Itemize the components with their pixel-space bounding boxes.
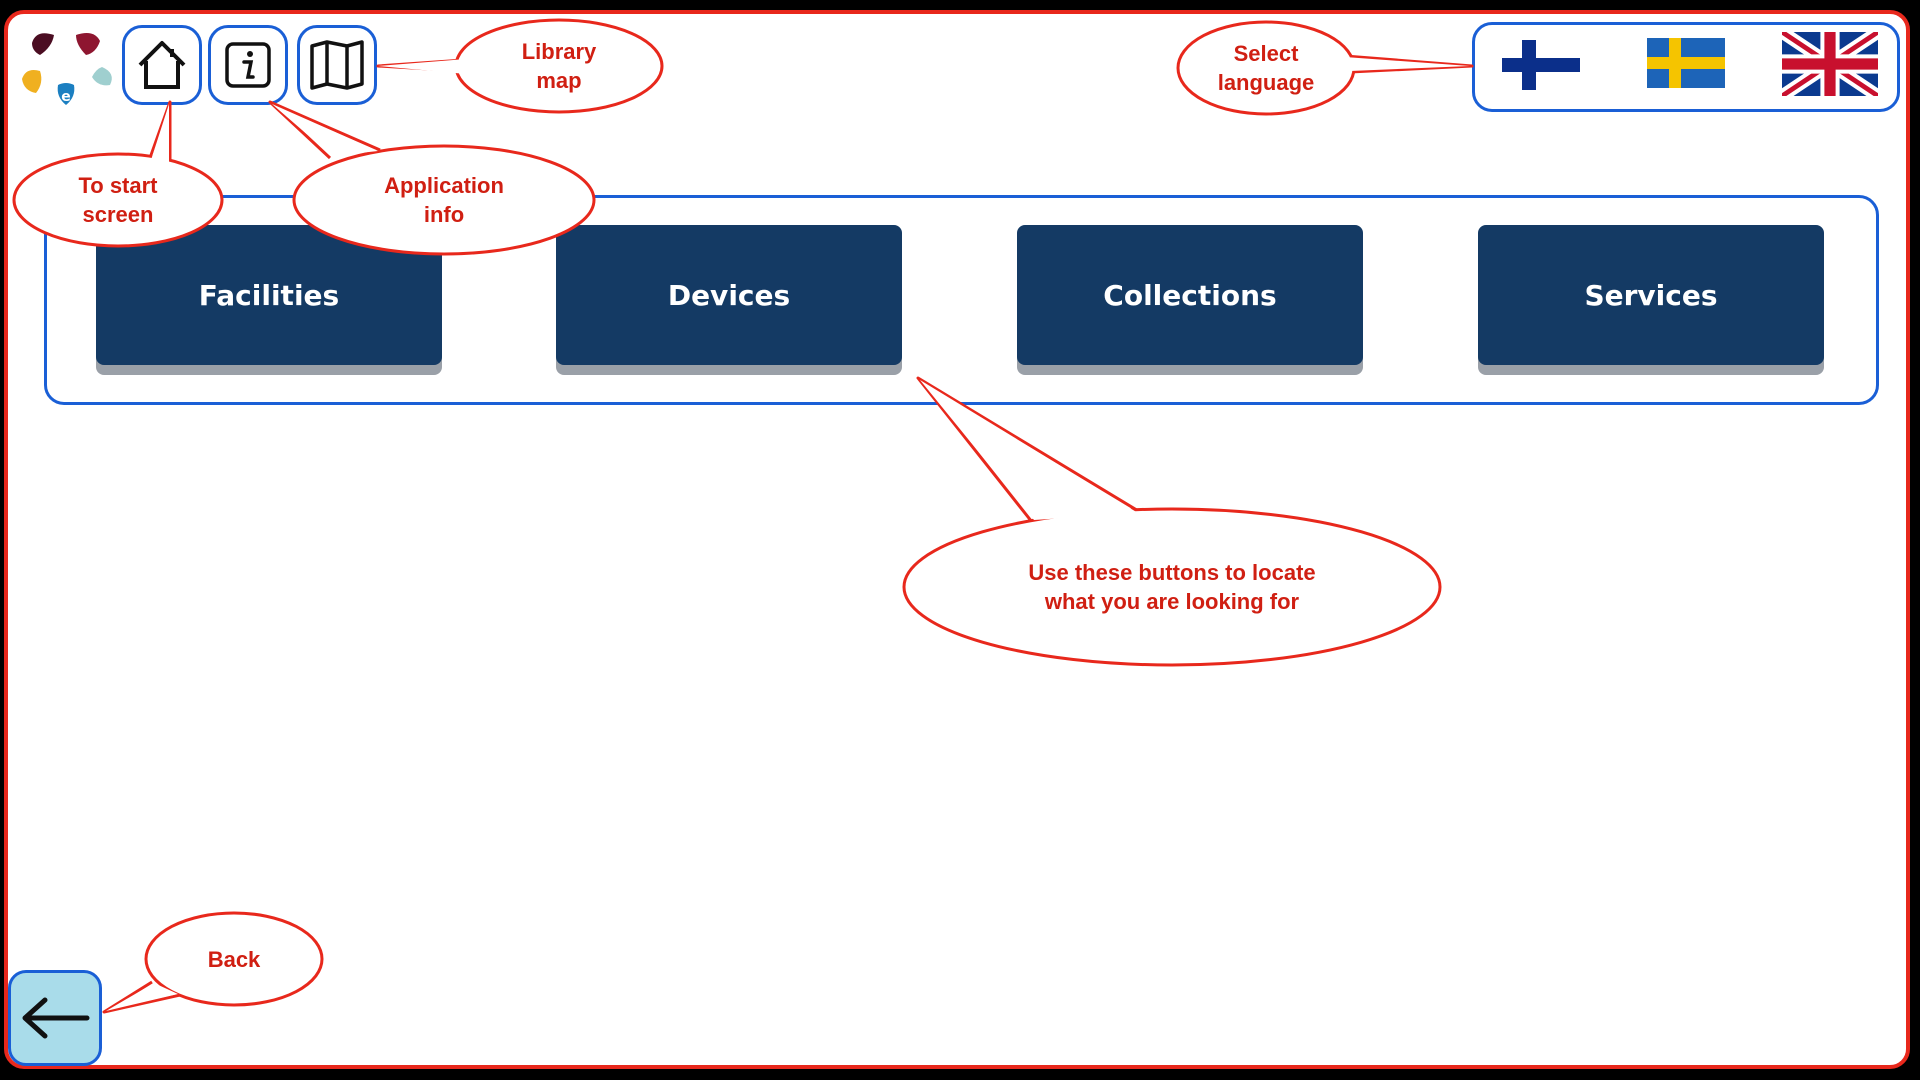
collections-button[interactable]: Collections <box>1017 225 1363 365</box>
services-button[interactable]: Services <box>1478 225 1824 365</box>
language-selector <box>1472 22 1900 112</box>
info-icon <box>225 42 271 88</box>
uk-flag-icon[interactable] <box>1782 32 1878 96</box>
app-logo: e <box>18 25 118 105</box>
locate-buttons-callout: Use these buttons to locate what you are… <box>1028 560 1316 614</box>
map-button[interactable] <box>297 25 377 105</box>
swedish-flag-icon[interactable] <box>1647 38 1725 88</box>
map-icon <box>310 40 364 90</box>
arrow-left-icon <box>22 997 90 1039</box>
start-screen-callout: To start screen <box>78 173 158 227</box>
home-button[interactable] <box>122 25 202 105</box>
info-button[interactable] <box>208 25 288 105</box>
library-map-callout: Library map <box>521 39 597 93</box>
back-callout: Back <box>207 946 261 972</box>
home-icon <box>138 41 186 89</box>
app-info-callout: Application info <box>384 173 504 227</box>
svg-text:e: e <box>61 89 71 105</box>
back-button[interactable] <box>8 970 102 1066</box>
select-language-callout: Select language <box>1217 41 1315 95</box>
finnish-flag-icon[interactable] <box>1502 40 1580 90</box>
devices-button[interactable]: Devices <box>556 225 902 365</box>
